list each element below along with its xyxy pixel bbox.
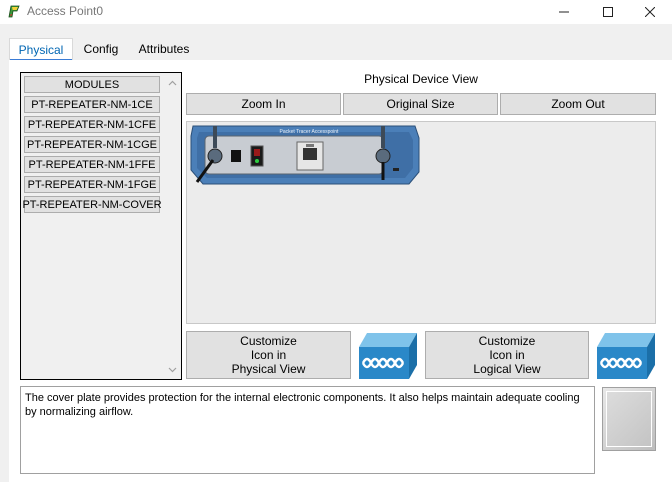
close-icon	[645, 7, 655, 17]
cover-plate-image	[606, 391, 652, 447]
scroll-down-button[interactable]	[164, 361, 181, 378]
tab-bar: Physical Config Attributes	[0, 36, 672, 62]
tab-physical[interactable]: Physical	[9, 38, 73, 62]
tab-attributes[interactable]: Attributes	[130, 38, 198, 60]
title-bar: Access Point0	[0, 0, 672, 24]
module-item-1ffe[interactable]: PT-REPEATER-NM-1FFE	[24, 156, 160, 173]
scroll-up-button[interactable]	[164, 74, 181, 91]
physical-device-view-title: Physical Device View	[364, 72, 478, 86]
customize-physical-icon-button[interactable]: Customize Icon in Physical View	[186, 331, 351, 379]
maximize-button[interactable]	[586, 0, 630, 24]
modules-list: MODULES PT-REPEATER-NM-1CE PT-REPEATER-N…	[22, 74, 164, 378]
minimize-icon	[559, 11, 569, 13]
packet-tracer-app-icon	[8, 5, 20, 18]
zoom-out-button[interactable]: Zoom Out	[500, 93, 656, 115]
original-size-button[interactable]: Original Size	[343, 93, 498, 115]
customize-physical-line-3: Physical View	[231, 362, 306, 376]
modules-scrollbar[interactable]	[164, 74, 181, 378]
zoom-in-button[interactable]: Zoom In	[186, 93, 341, 115]
module-item-1ce[interactable]: PT-REPEATER-NM-1CE	[24, 96, 160, 113]
window-title: Access Point0	[27, 4, 104, 18]
customize-logical-line-1: Customize	[478, 334, 536, 348]
access-point-device-image: Packet Tracer Accesspoint	[190, 125, 420, 185]
customize-physical-line-2: Icon in	[250, 348, 287, 362]
tab-config[interactable]: Config	[75, 38, 127, 60]
device-view-canvas[interactable]: Packet Tracer Accesspoint	[186, 121, 656, 324]
module-preview-image	[602, 387, 656, 451]
customize-logical-line-2: Icon in	[489, 348, 525, 362]
access-point-logical-icon	[597, 333, 655, 379]
customize-logical-line-3: Logical View	[473, 362, 541, 376]
access-point-physical-icon	[359, 333, 417, 379]
chevron-down-icon	[168, 367, 177, 372]
module-item-1cfe[interactable]: PT-REPEATER-NM-1CFE	[24, 116, 160, 133]
module-description: The cover plate provides protection for …	[20, 386, 595, 474]
module-item-1cge[interactable]: PT-REPEATER-NM-1CGE	[24, 136, 160, 153]
customize-logical-icon-button[interactable]: Customize Icon in Logical View	[425, 331, 589, 379]
close-button[interactable]	[628, 0, 672, 24]
maximize-icon	[603, 7, 613, 17]
module-item-cover[interactable]: PT-REPEATER-NM-COVER	[22, 196, 162, 213]
minimize-button[interactable]	[542, 0, 586, 24]
modules-header: MODULES	[24, 76, 160, 93]
module-item-1fge[interactable]: PT-REPEATER-NM-1FGE	[24, 176, 160, 193]
modules-panel: MODULES PT-REPEATER-NM-1CE PT-REPEATER-N…	[20, 72, 182, 380]
device-label: Packet Tracer Accesspoint	[280, 129, 340, 135]
chevron-up-icon	[168, 80, 177, 85]
customize-physical-line-1: Customize	[240, 334, 297, 348]
